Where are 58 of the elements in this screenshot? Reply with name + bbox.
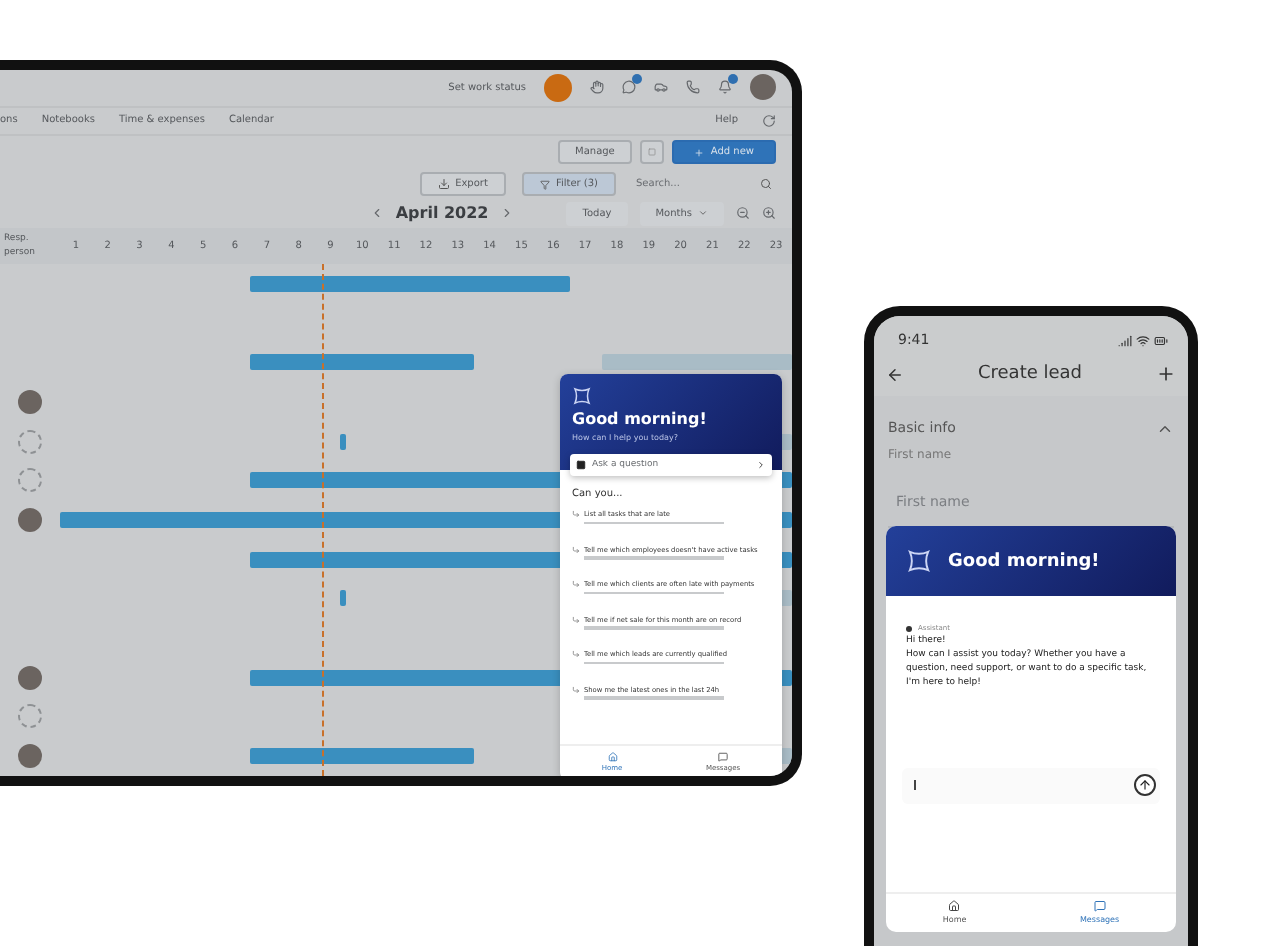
arrow-up-icon xyxy=(1138,778,1152,793)
empty-avatar xyxy=(18,704,42,729)
arrow-icon xyxy=(572,650,580,658)
add-icon[interactable] xyxy=(1156,364,1176,384)
user-avatar[interactable] xyxy=(750,74,776,101)
arrow-icon xyxy=(572,615,580,623)
square-icon xyxy=(648,148,657,157)
home-icon xyxy=(948,900,961,912)
period-label: April 2022 xyxy=(395,204,489,223)
send-button[interactable] xyxy=(1134,774,1156,797)
status-icon[interactable] xyxy=(544,73,572,102)
back-icon[interactable] xyxy=(886,365,904,383)
chevron-down-icon xyxy=(698,208,708,219)
chat-bubble-icon xyxy=(1093,900,1106,912)
home-icon xyxy=(607,752,618,762)
arrow-icon xyxy=(572,545,580,553)
chat-icon[interactable] xyxy=(622,80,636,95)
greeting-title: Good morning! xyxy=(572,410,709,428)
arrow-icon xyxy=(572,510,580,518)
screen-title: Create lead xyxy=(977,364,1083,384)
gantt-bar[interactable] xyxy=(250,748,474,765)
arrow-icon xyxy=(572,580,580,588)
person-avatar xyxy=(18,389,42,414)
logo-icon xyxy=(906,548,932,574)
gantt-bar[interactable] xyxy=(250,275,570,292)
wifi-icon xyxy=(1136,333,1150,347)
plus-icon xyxy=(694,147,705,158)
arrow-icon xyxy=(572,685,580,693)
filter-icon xyxy=(539,179,550,190)
empty-avatar xyxy=(18,429,42,454)
chat-bubble-icon xyxy=(718,752,729,762)
logo-icon xyxy=(572,386,592,406)
car-icon[interactable] xyxy=(654,80,668,95)
person-avatar xyxy=(18,744,42,769)
download-icon xyxy=(437,178,450,191)
previous-icon[interactable] xyxy=(369,206,384,221)
search-icon xyxy=(760,178,772,191)
signal-icon xyxy=(1118,333,1132,347)
person-avatar xyxy=(18,665,42,690)
refresh-icon[interactable] xyxy=(762,113,776,128)
empty-avatar xyxy=(18,468,42,493)
square-icon xyxy=(576,460,586,470)
chevron-right-icon xyxy=(756,460,766,470)
battery-icon xyxy=(1154,333,1168,347)
greeting-title: Good morning! xyxy=(948,551,1100,571)
sender-dot-icon xyxy=(906,625,912,631)
text-cursor-icon xyxy=(914,780,916,791)
person-avatar xyxy=(18,508,42,533)
gantt-bar[interactable] xyxy=(340,433,347,450)
message-field[interactable] xyxy=(902,767,1160,804)
phone-icon[interactable] xyxy=(686,80,700,95)
hand-icon[interactable] xyxy=(590,80,604,95)
gantt-bar[interactable] xyxy=(340,590,347,607)
bell-icon[interactable] xyxy=(718,80,732,95)
next-icon[interactable] xyxy=(500,206,515,221)
gantt-bar[interactable] xyxy=(250,354,474,371)
zoom-in-icon[interactable] xyxy=(762,206,776,221)
zoom-out-icon[interactable] xyxy=(736,206,750,221)
